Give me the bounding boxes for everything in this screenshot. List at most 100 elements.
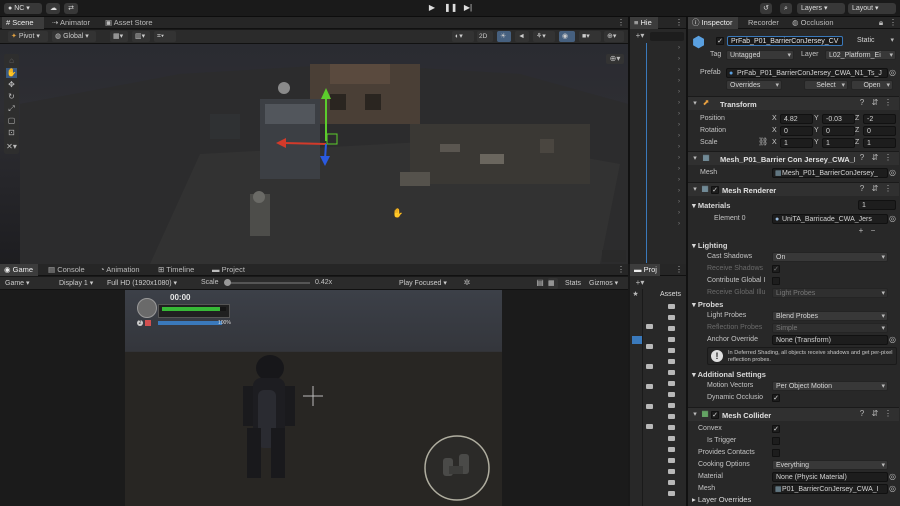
folder-icon[interactable]	[668, 436, 675, 441]
scale-slider[interactable]	[224, 279, 310, 286]
collab-icon[interactable]: ⇄	[64, 3, 78, 14]
folder-icon[interactable]	[668, 469, 675, 474]
anchor-override-field[interactable]: None (Transform)	[772, 335, 888, 345]
mesh-renderer-enabled-checkbox[interactable]: ✓	[711, 186, 719, 194]
materials-count-field[interactable]: 1	[858, 200, 896, 210]
increment-snap-icon[interactable]: ⌗▾	[154, 31, 176, 42]
tab-project[interactable]: ▬ Project	[208, 264, 250, 276]
transform-tool-icon[interactable]: ⊡	[6, 128, 17, 138]
tab-console[interactable]: ▤ Console	[44, 264, 90, 276]
stats-button[interactable]: Stats	[562, 278, 584, 289]
more-icon[interactable]: ⋮	[884, 184, 892, 194]
layer-dropdown[interactable]: L02_Platform_Ei	[825, 50, 896, 60]
favorites-star-icon[interactable]: ★	[631, 290, 640, 300]
dynamic-occlusion-checkbox[interactable]: ✓	[772, 394, 780, 402]
move-tool-icon[interactable]: ✥	[6, 80, 17, 90]
visibility-icon[interactable]: ◉	[559, 31, 575, 42]
cast-shadows-dropdown[interactable]: On	[772, 252, 888, 262]
help-icon[interactable]: ?	[858, 98, 866, 108]
layout-dropdown[interactable]: Layout ▾	[848, 3, 896, 14]
play-button[interactable]: ▶	[426, 3, 438, 13]
preset-icon[interactable]: ⇵	[871, 153, 879, 163]
preset-icon[interactable]: ⇵	[871, 98, 879, 108]
transform-header[interactable]: ▾ ⬈ Transform ? ⇵ ⋮	[688, 96, 899, 110]
cloud-icon[interactable]: ☁	[46, 3, 60, 14]
add-asset-icon[interactable]: +▾	[632, 278, 648, 288]
collapse-icon[interactable]: ▾	[692, 185, 698, 195]
account-dropdown[interactable]: ● NC ▾	[4, 3, 42, 14]
layer-overrides-foldout[interactable]: ▸ Layer Overrides	[692, 495, 751, 504]
more-icon[interactable]: ⋮	[884, 153, 892, 163]
tab-hierarchy[interactable]: ≡ Hie	[630, 17, 658, 29]
gizmos-icon[interactable]: ⊕▾	[604, 31, 624, 42]
more-icon[interactable]: ⋮	[674, 18, 684, 28]
more-icon[interactable]: ⋮	[884, 98, 892, 108]
light-probes-dropdown[interactable]: Blend Probes	[772, 311, 888, 321]
folder-icon[interactable]	[668, 359, 675, 364]
shading-mode-icon[interactable]: ◐▾	[452, 31, 474, 42]
hand-tool-icon[interactable]: ✋	[6, 68, 17, 78]
tab-scene[interactable]: # Scene	[2, 17, 44, 29]
element0-field[interactable]: ● UniTA_Barricade_CWA_Jers	[772, 214, 888, 224]
global-dropdown[interactable]: ◍ Global ▾	[52, 31, 96, 42]
selected-folder[interactable]	[632, 336, 642, 344]
collapse-icon[interactable]: ▾	[692, 154, 698, 164]
motion-vectors-dropdown[interactable]: Per Object Motion	[772, 381, 888, 391]
help-icon[interactable]: ?	[858, 153, 866, 163]
folder-icon[interactable]	[668, 392, 675, 397]
cooking-options-dropdown[interactable]: Everything	[772, 460, 888, 470]
project-splitter[interactable]	[642, 289, 643, 506]
scene-orientation-icon[interactable]: ⊕▾	[606, 54, 624, 64]
grid-snap-icon[interactable]: ▦▾	[110, 31, 128, 42]
more-icon[interactable]: ⋮	[616, 18, 626, 28]
overrides-dropdown[interactable]: Overrides	[726, 80, 782, 90]
collapse-icon[interactable]: ▾	[692, 410, 698, 420]
folder-icon[interactable]	[668, 458, 675, 463]
receive-gi-dropdown[interactable]: Light Probes	[772, 288, 888, 298]
folder-icon[interactable]	[668, 348, 675, 353]
additional-settings-foldout[interactable]: ▾ Additional Settings	[692, 370, 766, 379]
game-view-dropdown[interactable]: Game ▾	[2, 278, 50, 289]
static-dropdown[interactable]: Static	[854, 36, 896, 46]
contribute-gi-checkbox[interactable]	[772, 277, 780, 285]
mute-icon[interactable]: ✲	[462, 278, 472, 288]
search-icon[interactable]: ⌕	[780, 3, 792, 14]
lock-icon[interactable]: 🔒︎	[876, 18, 886, 28]
tab-recorder[interactable]: Recorder	[744, 17, 784, 29]
tab-animator[interactable]: ⇢ Animator	[48, 17, 96, 29]
step-button[interactable]: ▶|	[462, 3, 474, 13]
position-x-field[interactable]: 4.82	[780, 114, 813, 124]
rotation-y-field[interactable]: 0	[822, 126, 855, 136]
mesh-filter-header[interactable]: ▾ ▦ Mesh_P01_Barrier Con Jersey_CWA_N ? …	[688, 151, 899, 165]
grid-visibility-icon[interactable]: ▥▾	[132, 31, 150, 42]
active-checkbox[interactable]: ✓	[716, 37, 724, 45]
select-button[interactable]: Select	[804, 80, 848, 90]
rotation-z-field[interactable]: 0	[863, 126, 896, 136]
collider-mesh-field[interactable]: ▦ P01_BarrierConJersey_CWA_I	[772, 484, 888, 494]
folder-icon[interactable]	[668, 491, 675, 496]
convex-checkbox[interactable]: ✓	[772, 425, 780, 433]
folder-icon[interactable]	[668, 480, 675, 485]
scale-y-field[interactable]: 1	[822, 138, 855, 148]
stats-icon[interactable]: ▤	[534, 278, 546, 288]
physic-material-field[interactable]: None (Physic Material)	[772, 472, 888, 482]
folder-icon[interactable]	[668, 337, 675, 342]
position-y-field[interactable]: -0.03	[822, 114, 855, 124]
tab-project-short[interactable]: ▬ Proj	[630, 264, 660, 276]
tab-occlusion[interactable]: ◍ Occlusion	[788, 17, 840, 29]
folder-icon[interactable]	[668, 381, 675, 386]
target-icon[interactable]: ◎	[888, 168, 897, 178]
gizmos-dropdown[interactable]: Gizmos ▾	[586, 278, 622, 289]
collapse-icon[interactable]: ▾	[692, 99, 698, 109]
tab-game[interactable]: ◉ Game	[0, 264, 38, 276]
object-name-input[interactable]: PrFab_P01_BarrierConJersey_CV	[727, 36, 843, 46]
scale-x-field[interactable]: 1	[780, 138, 813, 148]
scale-z-field[interactable]: 1	[863, 138, 896, 148]
resolution-dropdown[interactable]: Full HD (1920x1080) ▾	[104, 278, 196, 289]
rect-tool-icon[interactable]: ▢	[6, 116, 17, 126]
is-trigger-checkbox[interactable]	[772, 437, 780, 445]
help-icon[interactable]: ?	[858, 184, 866, 194]
prefab-field[interactable]: ● PrFab_P01_BarrierConJersey_CWA_N1_Ts_J	[726, 68, 888, 78]
folder-icon[interactable]	[668, 425, 675, 430]
remove-element-button[interactable]: −	[868, 226, 878, 236]
